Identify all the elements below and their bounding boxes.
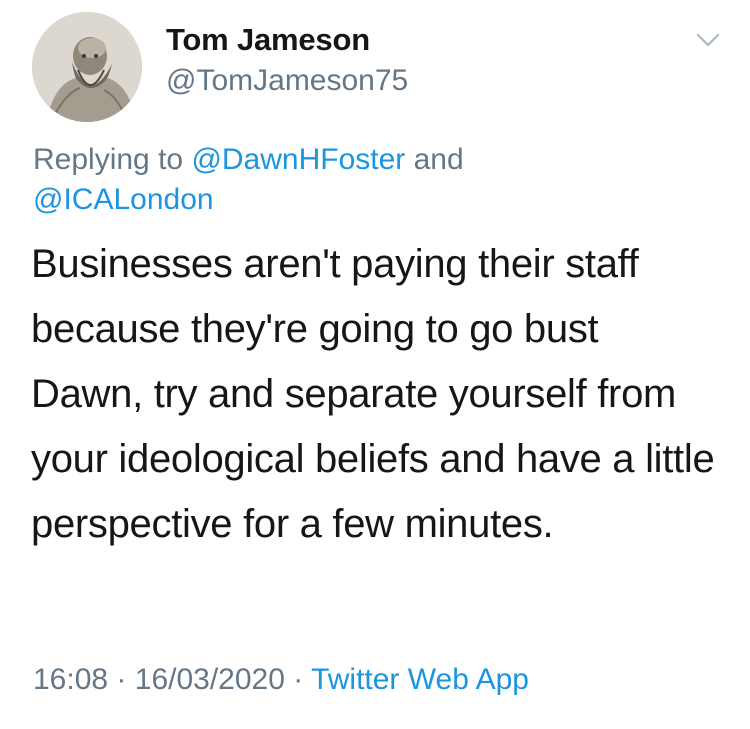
tweet-source-link[interactable]: Twitter Web App	[311, 663, 529, 696]
tweet-time[interactable]: 16:08	[33, 663, 108, 696]
user-handle[interactable]: @TomJameson75	[166, 64, 408, 98]
avatar[interactable]	[32, 12, 142, 122]
chevron-down-icon[interactable]	[692, 24, 724, 56]
tweet-meta: 16:08 · 16/03/2020 · Twitter Web App	[33, 663, 529, 697]
meta-separator-2: ·	[293, 663, 304, 696]
tweet-date[interactable]: 16/03/2020	[135, 663, 285, 696]
mention-link-icalondon[interactable]: @ICALondon	[33, 183, 214, 216]
replying-joiner: and	[413, 143, 464, 176]
avatar-image	[32, 12, 142, 122]
replying-to: Replying to @DawnHFoster and @ICALondon	[33, 140, 673, 220]
meta-separator: ·	[116, 663, 127, 696]
display-name[interactable]: Tom Jameson	[166, 22, 370, 58]
tweet: Tom Jameson @TomJameson75 Replying to @D…	[0, 0, 750, 729]
mention-link-dawnhfoster[interactable]: @DawnHFoster	[191, 143, 405, 176]
tweet-body: Businesses aren't paying their staff bec…	[31, 242, 715, 546]
replying-prefix: Replying to	[33, 143, 184, 176]
tweet-text: Businesses aren't paying their staff bec…	[31, 232, 721, 557]
